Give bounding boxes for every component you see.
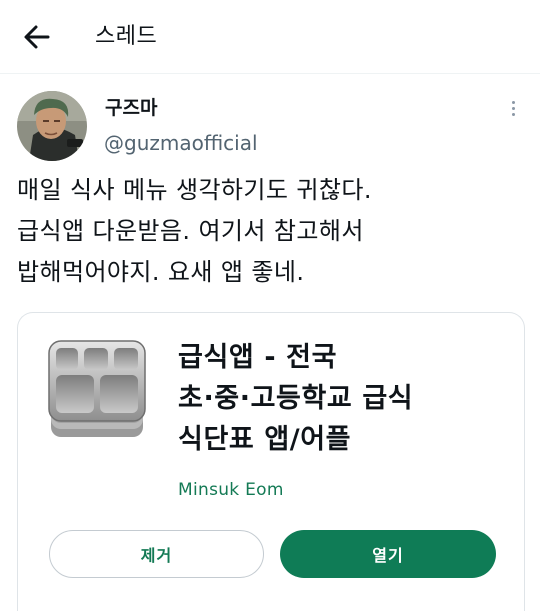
tweet-text: 매일 식사 메뉴 생각하기도 귀찮다. 급식앱 다운받음. 여기서 참고해서 밥… bbox=[17, 170, 532, 293]
back-button[interactable] bbox=[20, 22, 54, 52]
lunch-tray-icon bbox=[48, 339, 146, 441]
remove-button[interactable]: 제거 bbox=[49, 530, 264, 578]
app-title-line: 급식앱 - 전국 bbox=[178, 342, 338, 373]
app-title-line: 초·중·고등학교 급식 bbox=[178, 383, 414, 414]
tweet-text-line: 급식앱 다운받음. 여기서 참고해서 bbox=[17, 217, 364, 245]
app-card[interactable]: 급식앱 - 전국 초·중·고등학교 급식 식단표 앱/어플 Minsuk Eom… bbox=[17, 312, 525, 611]
display-name[interactable]: 구즈마 bbox=[105, 96, 157, 120]
app-developer[interactable]: Minsuk Eom bbox=[178, 480, 284, 500]
avatar[interactable] bbox=[17, 91, 87, 161]
page-title: 스레드 bbox=[95, 24, 158, 49]
top-bar: 스레드 bbox=[0, 0, 540, 74]
more-options-button[interactable] bbox=[503, 98, 523, 122]
open-button[interactable]: 열기 bbox=[280, 530, 496, 578]
tweet-text-line: 매일 식사 메뉴 생각하기도 귀찮다. bbox=[17, 176, 372, 204]
app-title-line: 식단표 앱/어플 bbox=[178, 424, 352, 455]
tweet-text-line: 밥해먹어야지. 요새 앱 좋네. bbox=[17, 258, 305, 286]
arrow-left-icon bbox=[24, 25, 50, 49]
vertical-ellipsis-icon bbox=[503, 101, 523, 116]
user-handle[interactable]: @guzmaofficial bbox=[104, 130, 258, 156]
app-title: 급식앱 - 전국 초·중·고등학교 급식 식단표 앱/어플 bbox=[178, 337, 508, 460]
